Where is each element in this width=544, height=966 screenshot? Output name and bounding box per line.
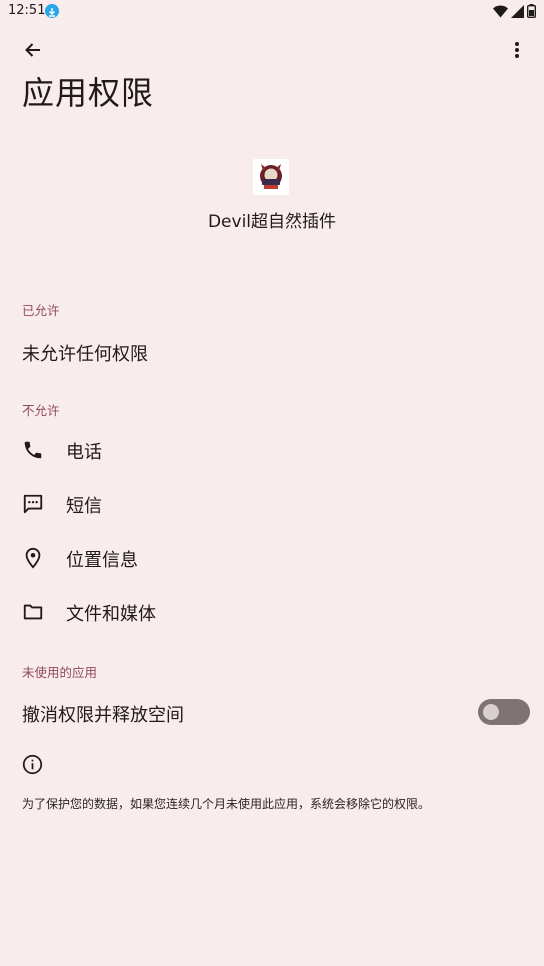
permission-label: 短信 <box>66 496 102 517</box>
folder-icon <box>23 604 43 620</box>
permission-item-files-media[interactable]: 文件和媒体 <box>0 586 544 640</box>
toggle-thumb <box>483 704 499 720</box>
permission-item-location[interactable]: 位置信息 <box>0 532 544 586</box>
wifi-icon <box>493 5 508 17</box>
section-header-denied: 不允许 <box>22 403 60 418</box>
status-icons <box>493 4 536 18</box>
remove-permissions-toggle[interactable] <box>478 699 530 725</box>
remove-permissions-label: 撤消权限并释放空间 <box>22 705 184 726</box>
permission-label: 电话 <box>66 442 102 463</box>
status-time: 12:51 <box>8 3 46 18</box>
app-icon <box>253 159 289 195</box>
section-header-allowed: 已允许 <box>22 303 60 318</box>
page-title: 应用权限 <box>22 74 155 112</box>
section-header-unused-apps: 未使用的应用 <box>22 665 98 680</box>
permission-label: 位置信息 <box>66 550 138 571</box>
battery-icon <box>527 4 536 18</box>
permission-item-phone[interactable]: 电话 <box>0 424 544 478</box>
unused-apps-note: 为了保护您的数据，如果您连续几个月未使用此应用，系统会移除它的权限。 <box>22 797 431 811</box>
back-button[interactable] <box>13 30 53 70</box>
cell-signal-icon <box>511 4 524 18</box>
permission-item-sms[interactable]: 短信 <box>0 478 544 532</box>
status-bar: 12:51 <box>0 0 544 24</box>
info-icon <box>22 754 43 775</box>
remove-permissions-row[interactable]: 撤消权限并释放空间 <box>0 690 544 736</box>
permission-label: 文件和媒体 <box>66 604 156 625</box>
sms-icon <box>23 494 43 514</box>
download-badge-icon <box>45 4 59 18</box>
location-icon <box>25 547 41 569</box>
arrow-left-icon <box>25 43 40 57</box>
phone-icon <box>24 441 42 459</box>
more-vert-icon <box>515 42 519 58</box>
app-name: Devil超自然插件 <box>207 212 337 232</box>
more-options-button[interactable] <box>497 30 537 70</box>
no-permissions-allowed-text: 未允许任何权限 <box>22 344 148 365</box>
